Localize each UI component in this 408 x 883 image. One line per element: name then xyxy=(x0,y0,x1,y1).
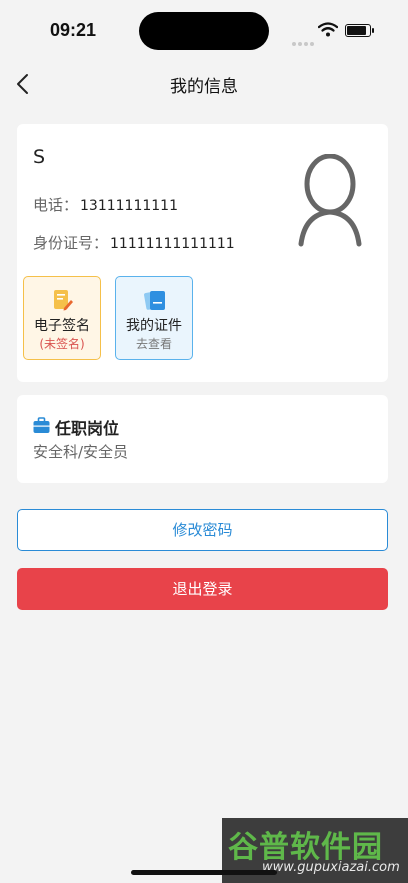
battery-icon xyxy=(345,24,374,37)
signature-status: (未签名) xyxy=(39,337,85,351)
id-number-row: 身份证号： 11111111111111 xyxy=(33,232,235,253)
status-bar: 09:21 xyxy=(0,0,408,56)
certificates-tile[interactable]: 我的证件 去查看 xyxy=(115,276,193,360)
certificates-action: 去查看 xyxy=(135,337,172,351)
logout-button[interactable]: 退出登录 xyxy=(17,568,388,610)
navigation-bar: 我的信息 xyxy=(0,60,408,108)
briefcase-icon xyxy=(33,417,50,433)
profile-card: S 电话： 13111111111 身份证号： 11111111111111 电子签… xyxy=(17,124,388,382)
dynamic-island xyxy=(139,12,269,50)
id-number-label: 身份证号： xyxy=(33,234,109,252)
wifi-icon xyxy=(318,22,338,37)
signature-tile[interactable]: 电子签名 (未签名) xyxy=(23,276,101,360)
position-title: 任职岗位 xyxy=(55,419,120,438)
change-password-button[interactable]: 修改密码 xyxy=(17,509,388,551)
phone-value: 13111111111 xyxy=(80,198,178,214)
home-indicator[interactable] xyxy=(131,870,277,875)
status-time: 09:21 xyxy=(50,20,97,40)
watermark-domain: www.gupuxiazai.com xyxy=(262,860,400,875)
avatar-icon xyxy=(298,154,362,247)
signature-label: 电子签名 xyxy=(34,318,90,334)
user-name: S xyxy=(33,146,46,168)
position-card: 任职岗位 安全科/安全员 xyxy=(17,395,388,483)
signature-pen-icon xyxy=(54,290,73,311)
position-value: 安全科/安全员 xyxy=(33,443,129,461)
signal-icon xyxy=(292,31,316,50)
phone-row: 电话： 13111111111 xyxy=(33,194,178,215)
page-title: 我的信息 xyxy=(170,77,238,97)
id-number-value: 11111111111111 xyxy=(110,236,235,252)
certificate-stack-icon xyxy=(144,291,165,310)
phone-label: 电话： xyxy=(33,196,79,214)
certificates-label: 我的证件 xyxy=(126,318,182,334)
